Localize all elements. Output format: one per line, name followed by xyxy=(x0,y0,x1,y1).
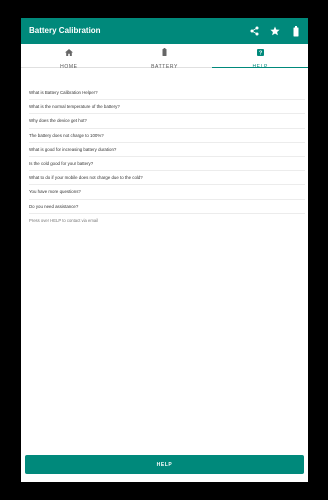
help-button[interactable]: HELP xyxy=(25,455,304,474)
device-frame: Battery Calibration HOME BATTERY ? What … xyxy=(0,0,328,500)
tab-help[interactable]: ? HELP xyxy=(212,43,308,70)
share-icon[interactable] xyxy=(248,24,260,38)
battery-icon[interactable] xyxy=(290,24,302,38)
home-icon xyxy=(64,43,73,61)
tab-battery[interactable]: BATTERY xyxy=(117,43,213,70)
faq-question[interactable]: Do you need assistance? xyxy=(29,200,305,214)
app-bar: Battery Calibration xyxy=(21,18,308,44)
faq-footer-note: Press over HELP to contact via email xyxy=(29,218,99,224)
tab-home-label: HOME xyxy=(60,63,78,70)
battery-icon xyxy=(162,43,167,61)
help-icon: ? xyxy=(256,43,264,61)
tab-battery-label: BATTERY xyxy=(151,63,178,70)
tab-home[interactable]: HOME xyxy=(21,43,117,70)
faq-question[interactable]: What is Battery Calibration Helper? xyxy=(29,86,305,101)
faq-question[interactable]: What to do if your mobile does not charg… xyxy=(29,171,305,186)
faq-question[interactable]: What is the normal temperature of the ba… xyxy=(29,100,305,115)
faq-question[interactable]: What is good for increasing battery dura… xyxy=(29,143,305,157)
app-title: Battery Calibration xyxy=(29,26,101,35)
app-bar-actions xyxy=(248,24,302,38)
faq-question[interactable]: Why does the device get hot? xyxy=(29,114,305,129)
tab-bar: HOME BATTERY ? HELP xyxy=(21,43,308,70)
star-icon[interactable] xyxy=(269,24,281,38)
active-tab-indicator xyxy=(212,66,308,68)
app-screen: Battery Calibration HOME BATTERY ? What … xyxy=(21,18,308,482)
faq-question[interactable]: Is the cold good for your battery? xyxy=(29,157,305,172)
faq-question[interactable]: The battery does not charge to 100%? xyxy=(29,129,305,143)
faq-list: What is Battery Calibration Helper? What… xyxy=(29,86,305,228)
faq-question[interactable]: You have more questions? xyxy=(29,185,305,200)
